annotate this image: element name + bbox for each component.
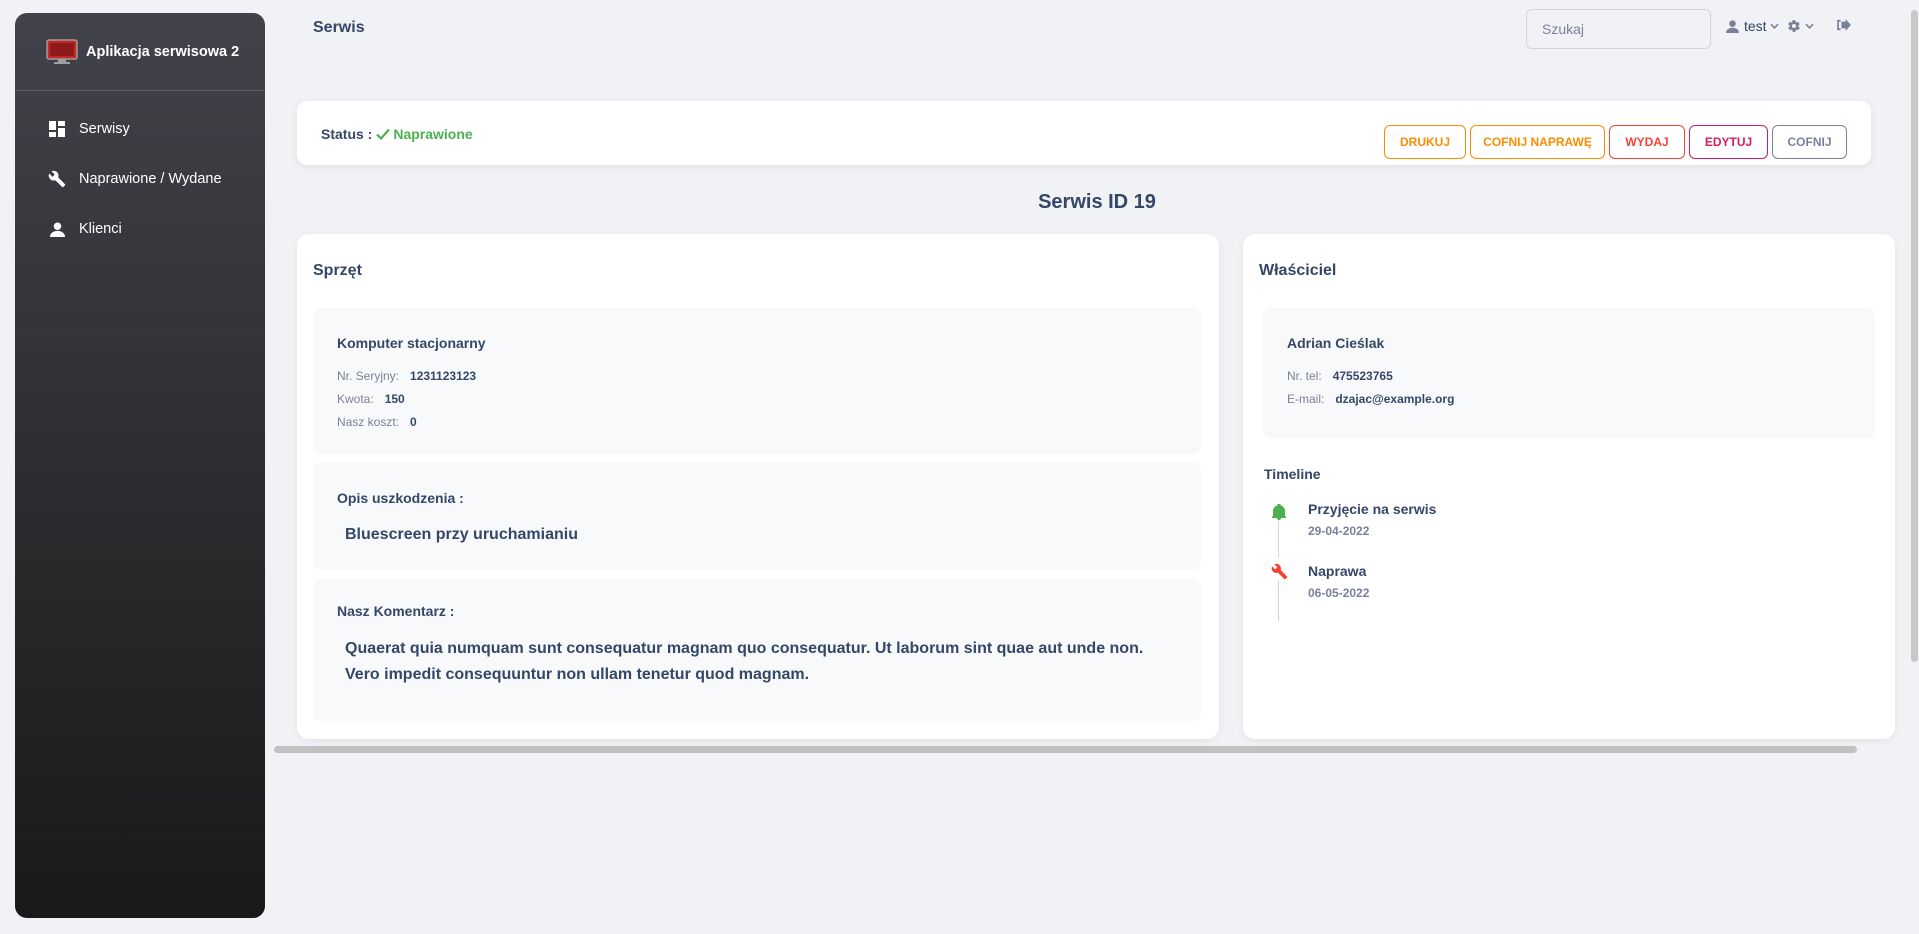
person-icon: [48, 220, 66, 238]
cost-row: Nasz koszt: 0: [337, 415, 417, 429]
user-menu[interactable]: test: [1726, 18, 1779, 34]
phone-label: Nr. tel:: [1287, 369, 1322, 383]
issue-button[interactable]: WYDAJ: [1609, 125, 1685, 159]
timeline-event-date: 29-04-2022: [1308, 524, 1370, 538]
undo-repair-button[interactable]: COFNIJ NAPRAWĘ: [1470, 125, 1605, 159]
brand[interactable]: Aplikacja serwisowa 2: [15, 13, 265, 91]
device-name: Komputer stacjonarny: [337, 335, 486, 351]
owner-card: Właściciel Adrian Cieślak Nr. tel: 47552…: [1243, 234, 1895, 739]
owner-title: Właściciel: [1259, 262, 1337, 279]
horizontal-scrollbar[interactable]: [274, 746, 1857, 753]
chevron-down-icon: [1804, 23, 1814, 29]
amount-label: Kwota:: [337, 392, 374, 406]
wrench-icon: [48, 170, 66, 188]
top-actions: test: [1726, 18, 1851, 34]
status-value: Naprawione: [393, 126, 473, 142]
equipment-card: Sprzęt Komputer stacjonarny Nr. Seryjny:…: [297, 234, 1219, 739]
sidebar: Aplikacja serwisowa 2 Serwisy Naprawione…: [15, 13, 265, 918]
back-button[interactable]: COFNIJ: [1772, 125, 1847, 159]
timeline-title: Timeline: [1264, 466, 1321, 482]
amount-value: 150: [384, 392, 405, 406]
breadcrumb-title: Serwis: [313, 19, 365, 36]
search-input[interactable]: [1526, 9, 1711, 49]
username: test: [1744, 18, 1767, 34]
action-buttons: DRUKUJ COFNIJ NAPRAWĘ WYDAJ EDYTUJ COFNI…: [1384, 125, 1847, 159]
sidebar-item-label: Naprawione / Wydane: [79, 171, 222, 187]
cost-value: 0: [410, 415, 417, 429]
damage-text: Bluescreen przy uruchamianiu: [345, 526, 578, 543]
check-icon: [376, 128, 391, 140]
sidebar-item-label: Serwisy: [79, 121, 130, 137]
email-row: E-mail: dzajac@example.org: [1287, 392, 1454, 406]
person-icon: [1726, 19, 1739, 33]
timeline-event-title: Naprawa: [1308, 563, 1367, 579]
device-panel: Komputer stacjonarny Nr. Seryjny: 123112…: [313, 308, 1201, 454]
status-label: Status :: [321, 126, 373, 142]
status-bar: Status : Naprawione DRUKUJ COFNIJ NAPRAW…: [297, 101, 1871, 165]
sidebar-item-naprawione[interactable]: Naprawione / Wydane: [15, 154, 265, 204]
vertical-scrollbar[interactable]: [1911, 10, 1918, 662]
logout-icon: [1836, 19, 1851, 31]
edit-button[interactable]: EDYTUJ: [1689, 125, 1768, 159]
timeline-line: [1278, 516, 1279, 558]
page-title: Serwis ID 19: [1038, 191, 1156, 213]
comment-title: Nasz Komentarz :: [337, 603, 455, 619]
email-value: dzajac@example.org: [1335, 392, 1455, 406]
gear-icon: [1787, 20, 1800, 32]
serial-row: Nr. Seryjny: 1231123123: [337, 369, 476, 383]
sidebar-nav: Serwisy Naprawione / Wydane Klienci: [15, 104, 265, 254]
equipment-title: Sprzęt: [313, 262, 362, 279]
bell-icon: [1270, 503, 1288, 521]
wrench-icon: [1270, 562, 1288, 580]
brand-name: Aplikacja serwisowa 2: [86, 43, 240, 60]
chevron-down-icon: [1769, 23, 1779, 29]
timeline-event-title: Przyjęcie na serwis: [1308, 501, 1437, 517]
status-badge: Naprawione: [376, 126, 473, 142]
timeline-event-date: 06-05-2022: [1308, 586, 1370, 600]
status: Status : Naprawione: [321, 126, 473, 142]
cost-label: Nasz koszt:: [337, 415, 400, 429]
sidebar-item-label: Klienci: [79, 221, 122, 237]
damage-title: Opis uszkodzenia :: [337, 490, 464, 506]
phone-value: 475523765: [1332, 369, 1393, 383]
owner-name: Adrian Cieślak: [1287, 335, 1385, 351]
logout-button[interactable]: [1836, 18, 1851, 34]
amount-row: Kwota: 150: [337, 392, 405, 406]
print-button[interactable]: DRUKUJ: [1384, 125, 1466, 159]
comment-panel: Nasz Komentarz : Quaerat quia numquam su…: [313, 579, 1201, 721]
serial-label: Nr. Seryjny:: [337, 369, 400, 383]
timeline-line: [1278, 579, 1279, 621]
serial-value: 1231123123: [410, 369, 477, 383]
comment-text: Quaerat quia numquam sunt consequatur ma…: [345, 640, 1144, 683]
phone-row: Nr. tel: 475523765: [1287, 369, 1393, 383]
owner-panel: Adrian Cieślak Nr. tel: 475523765 E-mail…: [1263, 308, 1875, 438]
sidebar-item-klienci[interactable]: Klienci: [15, 204, 265, 254]
damage-panel: Opis uszkodzenia : Bluescreen przy uruch…: [313, 462, 1201, 570]
sidebar-item-serwisy[interactable]: Serwisy: [15, 104, 265, 154]
monitor-logo-icon: [46, 38, 78, 65]
dashboard-icon: [48, 120, 66, 138]
email-label: E-mail:: [1287, 392, 1325, 406]
settings-menu[interactable]: [1787, 19, 1814, 33]
